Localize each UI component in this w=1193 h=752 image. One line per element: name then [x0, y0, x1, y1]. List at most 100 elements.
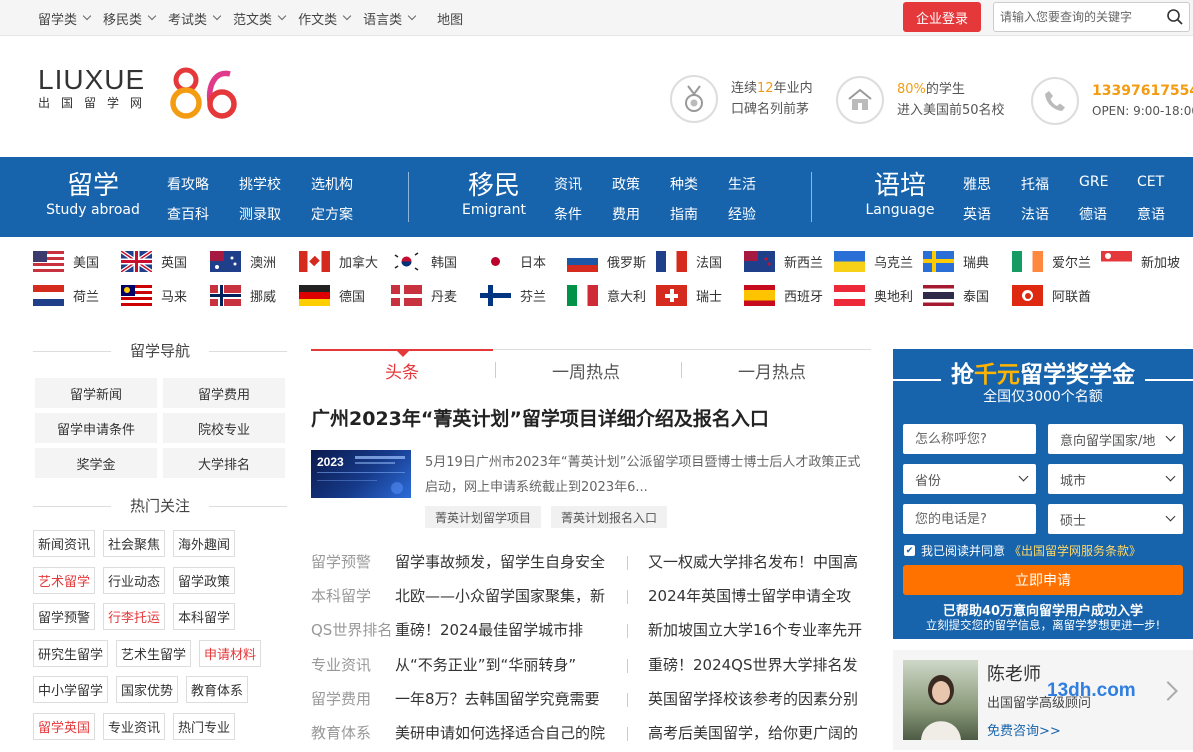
keyword-tag[interactable]: 菁英计划报名入口 [551, 506, 668, 528]
study-nav-item[interactable]: 留学新闻 [35, 378, 157, 408]
news-category[interactable]: 留学费用 [311, 688, 371, 709]
hot-topic-tag[interactable]: 留学英国 [33, 712, 95, 740]
hot-topic-tag[interactable]: 教育体系 [186, 676, 248, 703]
news-link[interactable]: 2024年英国博士留学申请全攻 [648, 585, 871, 606]
nav-link[interactable]: 资讯 [554, 174, 582, 194]
nav-link[interactable]: 挑学校 [239, 174, 281, 194]
news-link[interactable]: 一年8万？去韩国留学究竟需要 [395, 688, 621, 709]
language-title[interactable]: 语培 Language [852, 171, 948, 219]
country-link[interactable]: 日本 [480, 251, 546, 272]
nav-link[interactable]: 法语 [1021, 204, 1049, 224]
news-category[interactable]: 本科留学 [311, 585, 371, 606]
keyword-tag[interactable]: 菁英计划留学项目 [425, 506, 542, 528]
phone-number[interactable]: 13397617554 [1092, 81, 1193, 101]
news-link[interactable]: 重磅！2024最佳留学城市排 [395, 619, 621, 640]
province-select[interactable]: 省份 [903, 464, 1036, 494]
hot-topic-tag[interactable]: 留学政策 [173, 566, 235, 594]
topnav-item[interactable]: 作文类 [298, 9, 352, 28]
terms-link[interactable]: 《出国留学网服务条款》 [1009, 542, 1141, 559]
country-link[interactable]: 法国 [656, 251, 722, 272]
news-link[interactable]: 留学事故频发，留学生自身安全 [395, 551, 621, 572]
degree-select[interactable]: 硕士 [1048, 504, 1183, 534]
country-link[interactable]: 俄罗斯 [567, 251, 646, 272]
apply-now-button[interactable]: 立即申请 [903, 565, 1183, 595]
hot-topic-tag[interactable]: 新闻资讯 [33, 530, 95, 557]
study-nav-item[interactable]: 留学费用 [163, 378, 285, 408]
nav-link[interactable]: 选机构 [311, 174, 353, 194]
country-link[interactable]: 挪威 [210, 285, 276, 306]
nav-link[interactable]: GRE [1079, 174, 1108, 190]
news-category[interactable]: 留学预警 [311, 551, 371, 572]
tab-weekly-hot[interactable]: 一周热点 [495, 358, 677, 383]
hot-topic-tag[interactable]: 海外趣闻 [173, 530, 235, 557]
news-category[interactable]: 专业资讯 [311, 654, 371, 675]
country-link[interactable]: 澳洲 [210, 251, 276, 272]
nav-link[interactable]: 费用 [612, 204, 640, 224]
news-link[interactable]: 北欧——小众留学国家聚集，新 [395, 585, 621, 606]
topnav-item[interactable]: 移民类 [103, 9, 157, 28]
nav-link[interactable]: 指南 [670, 204, 698, 224]
nav-link[interactable]: 政策 [612, 174, 640, 194]
topnav-item[interactable]: 考试类 [168, 9, 222, 28]
chevron-right-icon[interactable] [1158, 681, 1178, 701]
nav-link[interactable]: 定方案 [311, 204, 353, 224]
hot-topic-tag[interactable]: 行李托运 [103, 603, 165, 630]
study-nav-item[interactable]: 奖学金 [35, 448, 157, 478]
country-link[interactable]: 德国 [299, 285, 365, 306]
country-link[interactable]: 奥地利 [834, 285, 913, 306]
news-category[interactable]: 教育体系 [311, 722, 371, 743]
country-link[interactable]: 英国 [121, 251, 187, 272]
country-link[interactable]: 韩国 [391, 251, 457, 272]
country-link[interactable]: 瑞典 [923, 251, 989, 272]
country-link[interactable]: 意大利 [567, 285, 646, 306]
news-link[interactable]: 高考后美国留学，给你更广阔的 [648, 722, 871, 743]
study-abroad-title[interactable]: 留学 Study abroad [38, 171, 148, 219]
nav-link[interactable]: 种类 [670, 174, 698, 194]
country-select[interactable]: 意向留学国家/地 [1048, 424, 1183, 454]
headline-title[interactable]: 广州2023年“菁英计划”留学项目详细介绍及报名入口 [311, 404, 769, 431]
country-link[interactable]: 芬兰 [480, 285, 546, 306]
nav-link[interactable]: 测录取 [239, 204, 281, 224]
study-nav-item[interactable]: 留学申请条件 [35, 413, 157, 443]
hot-topic-tag[interactable]: 申请材料 [199, 639, 261, 667]
hot-topic-tag[interactable]: 研究生留学 [33, 639, 108, 667]
news-link[interactable]: 英国留学择校该参考的因素分别 [648, 688, 871, 709]
nav-link[interactable]: 德语 [1079, 204, 1107, 224]
country-link[interactable]: 新加坡 [1101, 251, 1180, 272]
hot-topic-tag[interactable]: 社会聚焦 [103, 530, 165, 557]
country-link[interactable]: 乌克兰 [834, 251, 913, 272]
country-link[interactable]: 美国 [33, 251, 99, 272]
country-link[interactable]: 泰国 [923, 285, 989, 306]
free-consult-link[interactable]: 免费咨询>> [987, 720, 1061, 739]
country-link[interactable]: 加拿大 [299, 251, 378, 272]
phone-input[interactable] [903, 504, 1036, 534]
city-select[interactable]: 城市 [1048, 464, 1183, 494]
emigrant-title[interactable]: 移民 Emigrant [440, 171, 548, 219]
hot-topic-tag[interactable]: 本科留学 [173, 603, 235, 630]
hot-topic-tag[interactable]: 留学预警 [33, 603, 95, 630]
nav-link[interactable]: 经验 [728, 204, 756, 224]
nav-link[interactable]: 查百科 [167, 204, 209, 224]
news-category[interactable]: QS世界排名 [311, 619, 392, 640]
hot-topic-tag[interactable]: 国家优势 [116, 676, 178, 703]
topnav-item[interactable]: 地图 [437, 9, 463, 28]
topnav-item[interactable]: 语言类 [363, 9, 417, 28]
enterprise-login-button[interactable]: 企业登录 [903, 2, 981, 32]
topnav-item[interactable]: 范文类 [233, 9, 287, 28]
hot-topic-tag[interactable]: 热门专业 [173, 712, 235, 740]
country-link[interactable]: 西班牙 [744, 285, 823, 306]
nav-link[interactable]: 雅思 [963, 174, 991, 194]
country-link[interactable]: 爱尔兰 [1012, 251, 1091, 272]
nav-link[interactable]: 看攻略 [167, 174, 209, 194]
country-link[interactable]: 丹麦 [391, 285, 457, 306]
nav-link[interactable]: 英语 [963, 204, 991, 224]
news-link[interactable]: 从“不务正业”到“华丽转身” [395, 654, 621, 675]
hot-topic-tag[interactable]: 艺术生留学 [116, 639, 191, 667]
tab-headlines[interactable]: 头条 [311, 358, 493, 383]
name-input[interactable] [903, 424, 1036, 454]
news-link[interactable]: 美研申请如何选择适合自己的院 [395, 722, 621, 743]
country-link[interactable]: 新西兰 [744, 251, 823, 272]
headline-thumbnail[interactable]: 2023 [311, 450, 411, 498]
search-input[interactable] [1000, 10, 1160, 24]
topnav-item[interactable]: 留学类 [38, 9, 92, 28]
